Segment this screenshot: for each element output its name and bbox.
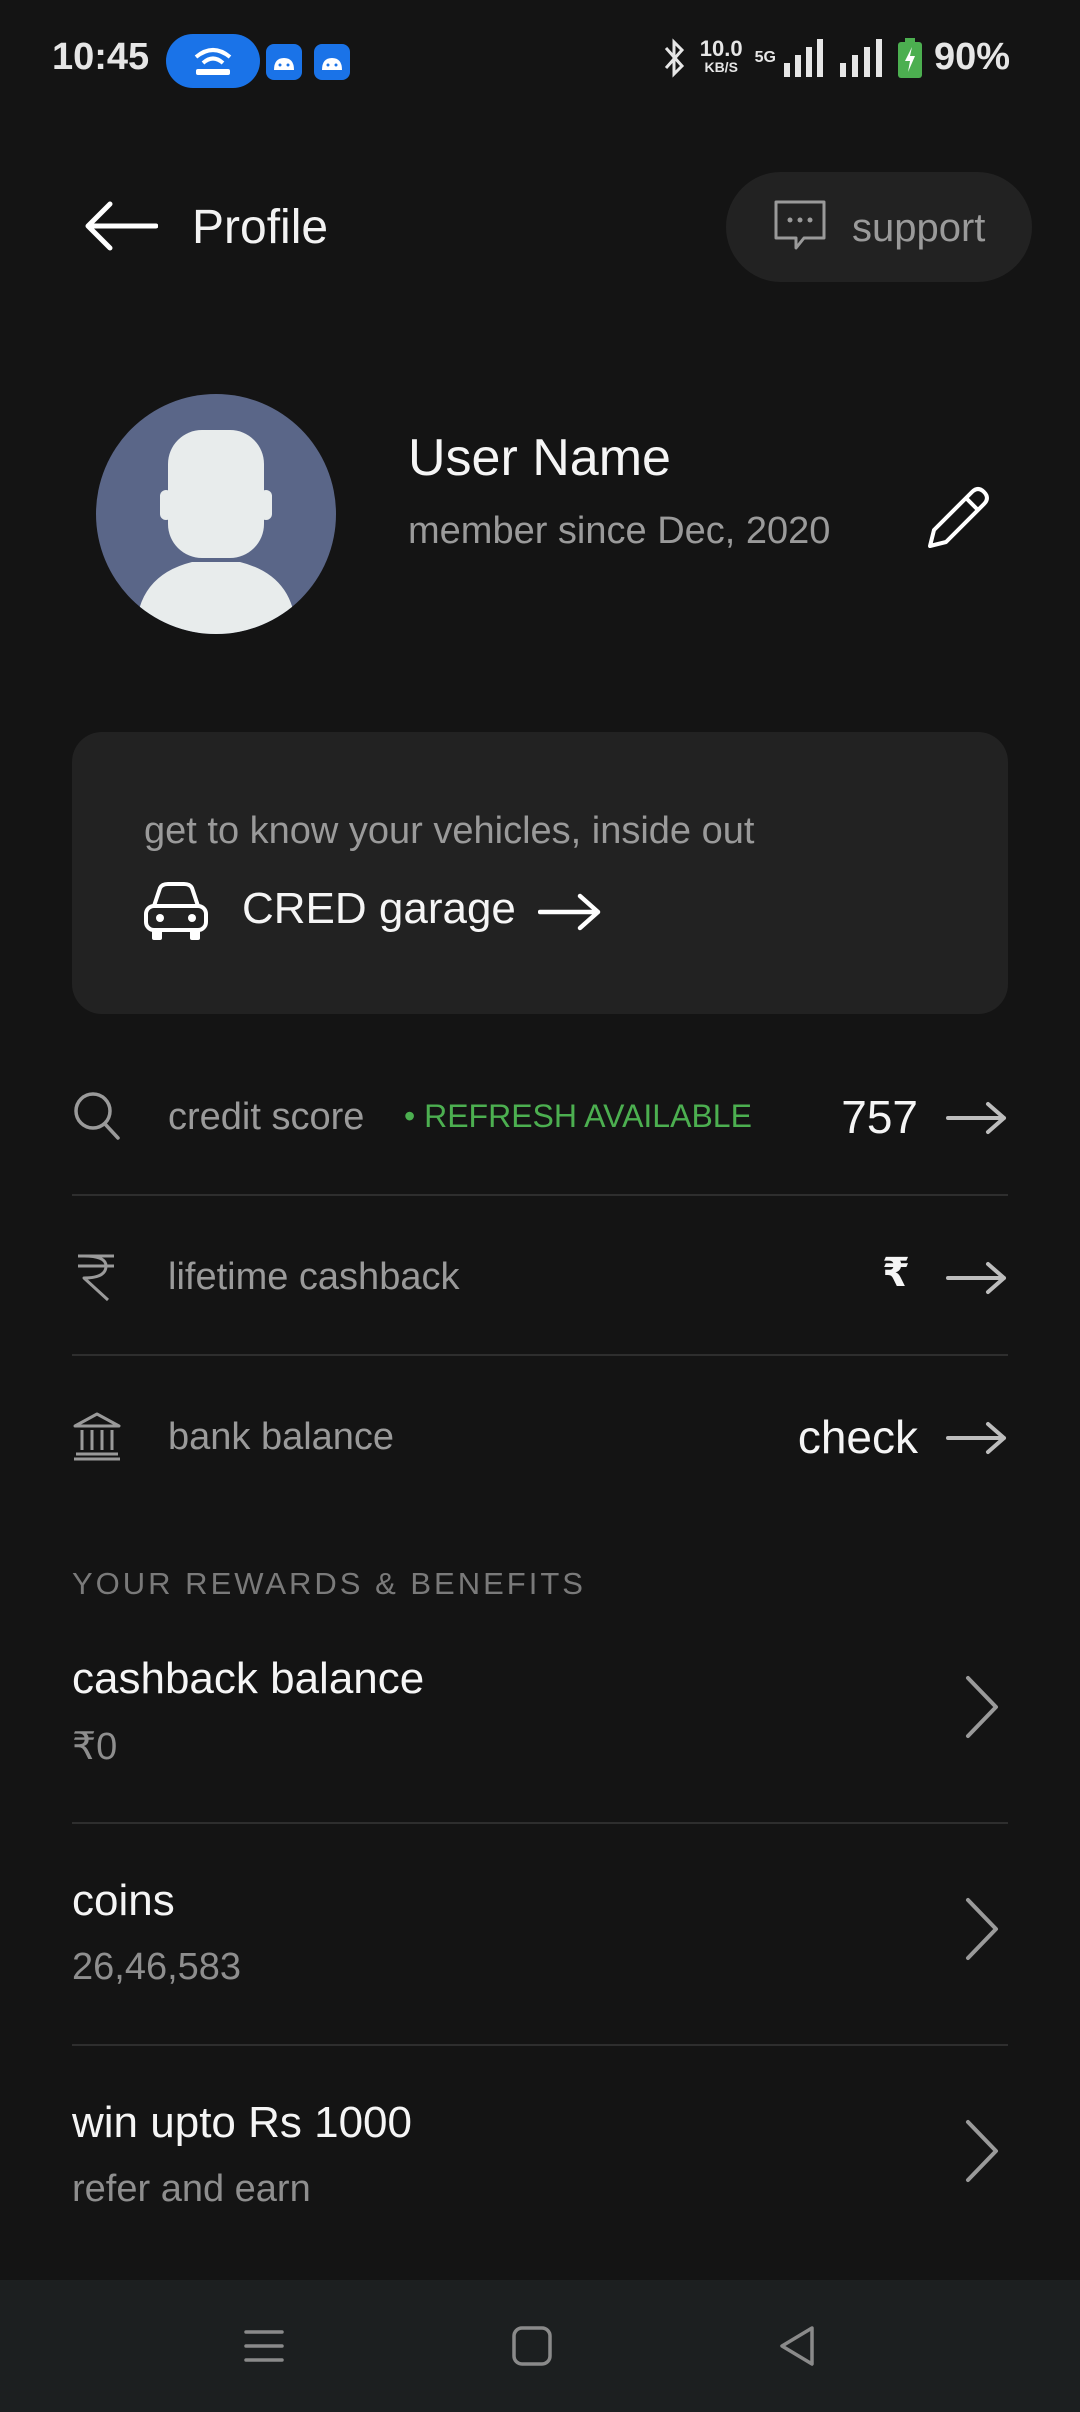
reward-title: cashback balance xyxy=(72,1654,425,1703)
divider xyxy=(72,1354,1008,1356)
car-icon xyxy=(144,882,208,940)
bluetooth-icon xyxy=(664,37,684,78)
reward-subtitle: refer and earn xyxy=(72,2168,311,2210)
support-button[interactable]: support xyxy=(726,172,1032,282)
search-icon xyxy=(74,1092,120,1140)
battery-percent: 90% xyxy=(933,36,1010,78)
cred-garage-card[interactable]: get to know your vehicles, inside out CR… xyxy=(72,732,1008,1014)
network-type: 5G xyxy=(754,48,776,66)
hotspot-icon xyxy=(166,34,260,88)
status-right: 10.0 KB/S 5G 90% xyxy=(660,36,1010,79)
battery-icon xyxy=(897,37,922,78)
garage-title: CRED garage xyxy=(242,884,516,933)
reward-title: win upto Rs 1000 xyxy=(72,2098,412,2147)
lifetime-cashback-value: ₹ xyxy=(882,1251,910,1295)
reward-subtitle: ₹0 xyxy=(72,1726,118,1768)
arrow-right-icon xyxy=(946,1422,1006,1454)
android-app-icon xyxy=(266,44,302,80)
divider xyxy=(72,1194,1008,1196)
home-square-icon[interactable] xyxy=(508,2322,556,2370)
avatar[interactable] xyxy=(96,394,336,634)
arrow-right-icon xyxy=(946,1102,1006,1134)
lifetime-cashback-label: lifetime cashback xyxy=(168,1256,460,1298)
user-silhouette-icon xyxy=(136,430,296,634)
coins-item[interactable]: coins 26,46,583 xyxy=(72,1876,1008,2096)
support-label: support xyxy=(852,206,986,250)
reward-title: coins xyxy=(72,1876,175,1925)
chat-bubble-icon xyxy=(774,200,826,250)
status-bar: 10:45 10.0 KB/S 5G 90% xyxy=(0,0,1080,120)
signal-icon xyxy=(783,38,823,77)
cashback-balance-item[interactable]: cashback balance ₹0 xyxy=(72,1654,1008,1874)
back-arrow-icon[interactable] xyxy=(82,198,158,254)
lifetime-cashback-row[interactable]: lifetime cashback ₹ xyxy=(72,1198,1008,1356)
bank-balance-row[interactable]: bank balance check xyxy=(72,1358,1008,1516)
bank-icon xyxy=(73,1412,121,1461)
member-since: member since Dec, 2020 xyxy=(408,510,831,552)
bank-balance-label: bank balance xyxy=(168,1416,395,1458)
page-title: Profile xyxy=(192,201,329,254)
rupee-icon xyxy=(78,1254,114,1302)
network-speed: 10.0 KB/S xyxy=(699,35,743,75)
credit-score-label: credit score xyxy=(168,1096,365,1138)
credit-score-value: 757 xyxy=(841,1091,918,1143)
rewards-section-title: YOUR REWARDS & BENEFITS xyxy=(72,1566,586,1601)
chevron-right-icon xyxy=(966,1898,998,1960)
divider xyxy=(72,1822,1008,1824)
refresh-available-badge: • REFRESH AVAILABLE xyxy=(404,1098,752,1134)
arrow-right-icon xyxy=(946,1262,1006,1294)
system-nav-bar xyxy=(0,2280,1080,2412)
divider xyxy=(72,2044,1008,2046)
menu-icon[interactable] xyxy=(240,2322,288,2370)
bank-balance-check[interactable]: check xyxy=(798,1410,918,1464)
credit-score-row[interactable]: credit score • REFRESH AVAILABLE 757 xyxy=(72,1038,1008,1196)
garage-subtitle: get to know your vehicles, inside out xyxy=(144,810,755,852)
status-time: 10:45 xyxy=(52,36,150,78)
chevron-right-icon xyxy=(966,2120,998,2182)
arrow-right-icon xyxy=(538,893,601,931)
android-app-icon xyxy=(314,44,350,80)
user-name: User Name xyxy=(408,429,671,487)
chevron-right-icon xyxy=(966,1676,998,1738)
reward-subtitle: 26,46,583 xyxy=(72,1946,242,1988)
back-triangle-icon[interactable] xyxy=(774,2322,822,2370)
profile-screen: 10:45 10.0 KB/S 5G 90% Profile support U… xyxy=(0,0,1080,2412)
pencil-icon[interactable] xyxy=(920,480,996,556)
signal-icon xyxy=(839,38,882,77)
